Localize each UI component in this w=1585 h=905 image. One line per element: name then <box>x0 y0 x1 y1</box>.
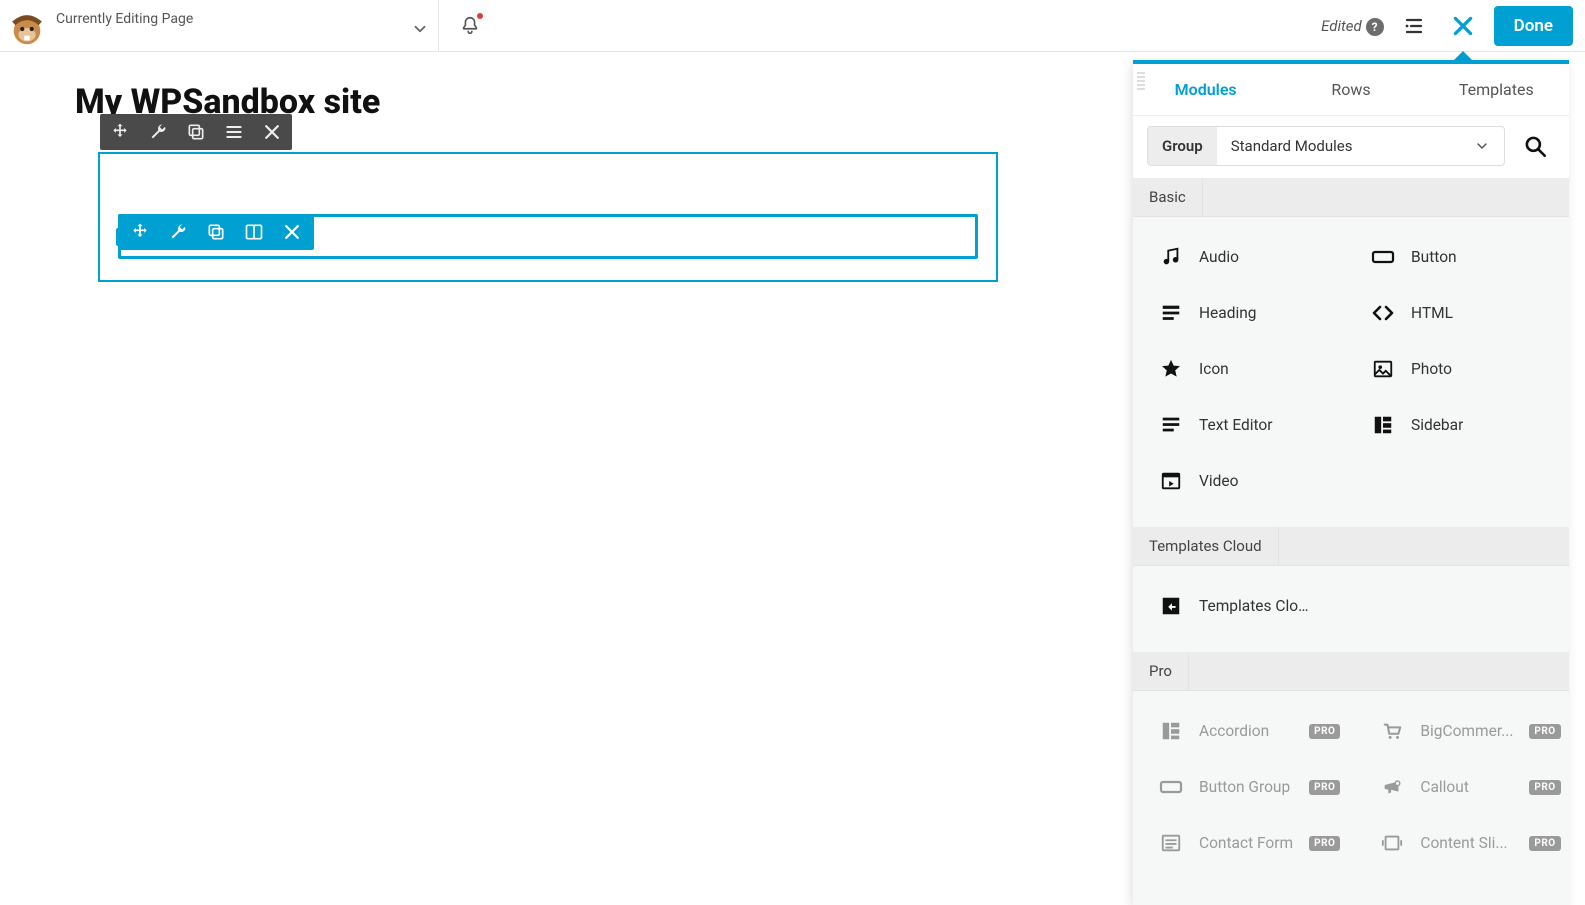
pro-badge: PRO <box>1529 780 1560 795</box>
accordion-icon <box>1159 719 1183 743</box>
pro-badge: PRO <box>1309 780 1340 795</box>
columns-icon[interactable] <box>242 220 266 244</box>
form-icon <box>1159 831 1183 855</box>
remove-icon[interactable] <box>260 120 284 144</box>
photo-icon <box>1371 357 1395 381</box>
edited-label: Edited? <box>1321 16 1384 36</box>
module-templates-cloud[interactable]: Templates Cloud <box>1139 582 1563 630</box>
page-dropdown-chevron[interactable] <box>402 11 438 47</box>
templates-cloud-grid: Templates Cloud <box>1133 566 1569 652</box>
section-basic-header: Basic <box>1133 178 1203 216</box>
module-icon[interactable]: Icon <box>1139 345 1351 393</box>
video-icon <box>1159 469 1183 493</box>
section-pro-header: Pro <box>1133 652 1189 690</box>
html-icon <box>1371 301 1395 325</box>
remove-icon[interactable] <box>280 220 304 244</box>
column-outline[interactable] <box>118 214 978 259</box>
module-text-editor[interactable]: Text Editor <box>1139 401 1351 449</box>
notifications-button[interactable] <box>447 3 493 49</box>
group-select[interactable]: Group Standard Modules <box>1147 126 1505 166</box>
topbar-left: Currently Editing Page <box>8 4 438 48</box>
move-icon[interactable] <box>108 120 132 144</box>
help-icon[interactable]: ? <box>1366 18 1384 36</box>
menu-icon[interactable] <box>222 120 246 144</box>
module-button[interactable]: Button <box>1351 233 1563 281</box>
pro-badge: PRO <box>1309 836 1340 851</box>
pro-badge: PRO <box>1309 724 1340 739</box>
pro-modules-grid: AccordionPRO BigCommer...PRO Button Grou… <box>1133 691 1569 889</box>
megaphone-icon <box>1380 775 1404 799</box>
module-bigcommerce[interactable]: BigCommer...PRO <box>1360 707 1569 755</box>
search-icon <box>1522 133 1548 159</box>
slider-icon <box>1380 831 1404 855</box>
row-outline[interactable] <box>98 152 998 282</box>
button-group-icon <box>1159 775 1183 799</box>
duplicate-icon[interactable] <box>204 220 228 244</box>
module-contact-form[interactable]: Contact FormPRO <box>1139 819 1360 867</box>
group-selector-row: Group Standard Modules <box>1133 116 1569 178</box>
module-audio[interactable]: Audio <box>1139 233 1351 281</box>
outline-button[interactable] <box>1398 9 1432 43</box>
panel-scroll[interactable]: Basic Audio Button Heading HTML Icon Pho… <box>1133 178 1569 905</box>
wrench-icon[interactable] <box>146 120 170 144</box>
tab-templates[interactable]: Templates <box>1424 64 1569 115</box>
divider <box>438 0 439 52</box>
close-panel-button[interactable] <box>1446 9 1480 43</box>
move-icon[interactable] <box>128 220 152 244</box>
module-button-group[interactable]: Button GroupPRO <box>1139 763 1360 811</box>
notification-dot-icon <box>477 13 483 19</box>
done-button[interactable]: Done <box>1494 6 1573 46</box>
star-icon <box>1159 357 1183 381</box>
module-photo[interactable]: Photo <box>1351 345 1563 393</box>
panel-drag-handle[interactable] <box>1137 72 1145 90</box>
chevron-down-icon <box>1474 138 1490 154</box>
beaver-logo-icon <box>8 10 46 48</box>
sidebar-icon <box>1371 413 1395 437</box>
tab-modules[interactable]: Modules <box>1133 64 1278 115</box>
pro-badge: PRO <box>1529 836 1560 851</box>
group-value-text: Standard Modules <box>1231 137 1353 155</box>
module-video[interactable]: Video <box>1139 457 1351 505</box>
templates-cloud-icon <box>1159 594 1183 618</box>
module-accordion[interactable]: AccordionPRO <box>1139 707 1360 755</box>
text-icon <box>1159 413 1183 437</box>
module-callout[interactable]: CalloutPRO <box>1360 763 1569 811</box>
cart-icon <box>1380 719 1404 743</box>
module-content-slider[interactable]: Content Sli...PRO <box>1360 819 1569 867</box>
close-icon <box>1450 13 1476 39</box>
content-panel: Modules Rows Templates Group Standard Mo… <box>1133 60 1569 905</box>
row-toolbar <box>100 114 292 150</box>
topbar-right: Edited? Done <box>1321 6 1573 46</box>
duplicate-icon[interactable] <box>184 120 208 144</box>
pro-badge: PRO <box>1529 724 1560 739</box>
search-button[interactable] <box>1515 126 1555 166</box>
heading-icon <box>1159 301 1183 325</box>
group-value: Standard Modules <box>1217 127 1504 165</box>
panel-tabs: Modules Rows Templates <box>1133 64 1569 116</box>
column-toolbar <box>118 214 314 250</box>
module-html[interactable]: HTML <box>1351 289 1563 337</box>
wrench-icon[interactable] <box>166 220 190 244</box>
section-templates-cloud-header: Templates Cloud <box>1133 527 1279 565</box>
module-sidebar[interactable]: Sidebar <box>1351 401 1563 449</box>
module-heading[interactable]: Heading <box>1139 289 1351 337</box>
audio-icon <box>1159 245 1183 269</box>
top-bar: Currently Editing Page Edited? Done <box>0 0 1585 52</box>
outline-icon <box>1403 14 1427 38</box>
basic-modules-grid: Audio Button Heading HTML Icon Photo Tex… <box>1133 217 1569 527</box>
group-label: Group <box>1148 127 1217 165</box>
button-icon <box>1371 245 1395 269</box>
tab-rows[interactable]: Rows <box>1278 64 1423 115</box>
editing-page-label: Currently Editing Page <box>56 11 193 27</box>
